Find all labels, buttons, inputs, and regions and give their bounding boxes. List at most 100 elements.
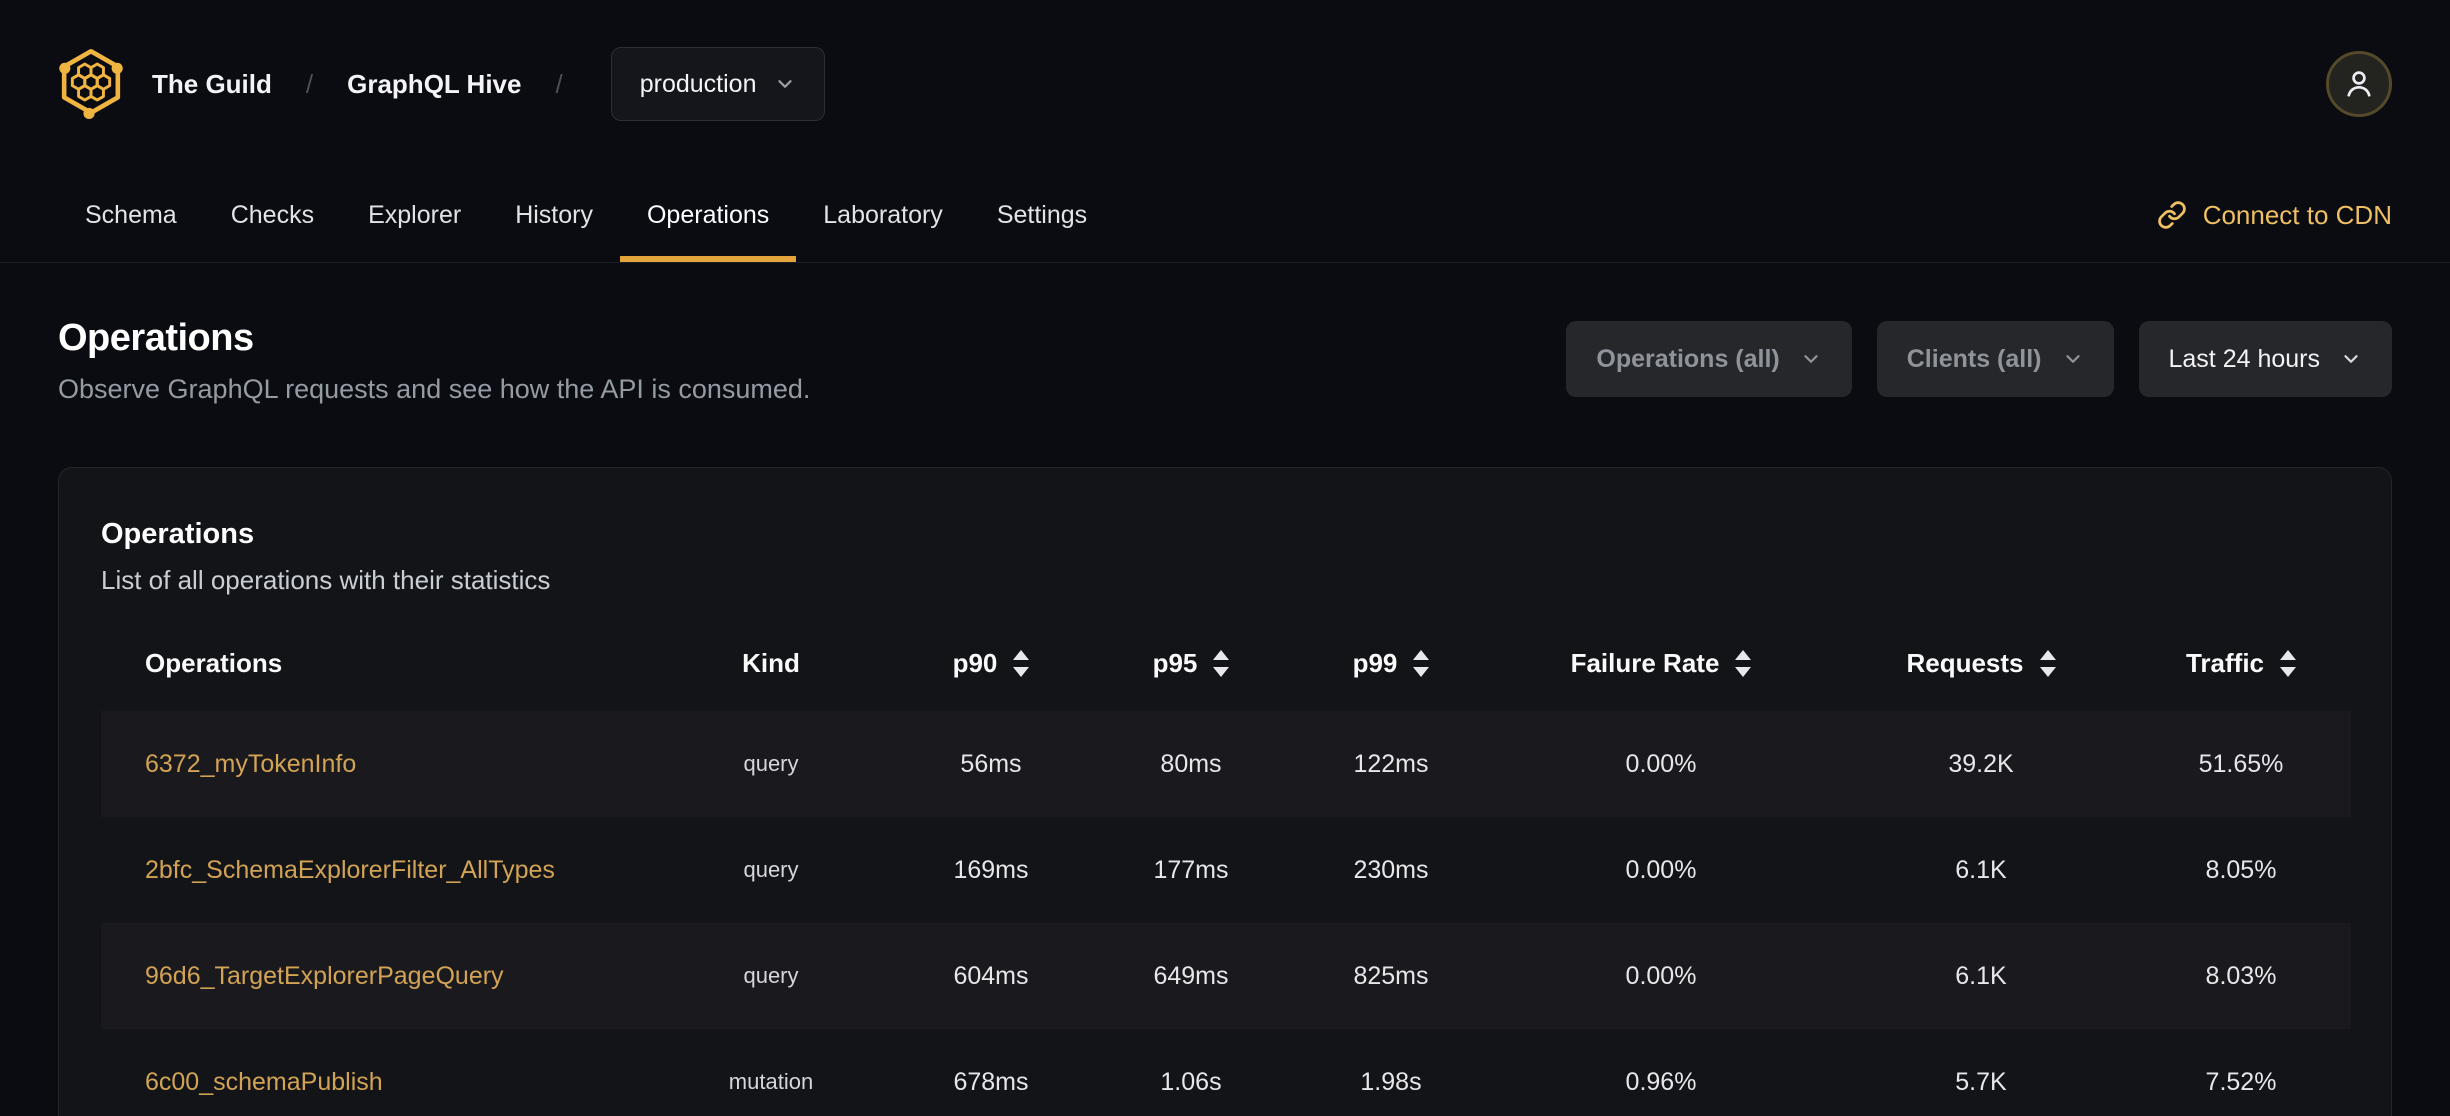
chevron-down-icon xyxy=(1804,355,1818,363)
header-operations: Operations xyxy=(145,648,283,678)
card-title: Operations xyxy=(101,518,255,550)
table-row: 96d6_TargetExplorerPageQuery query 604ms… xyxy=(101,923,2351,1029)
chevron-down-icon xyxy=(2344,355,2358,363)
tab-laboratory[interactable]: Laboratory xyxy=(796,168,970,262)
table-row: 2bfc_SchemaExplorerFilter_AllTypes query… xyxy=(101,817,2351,923)
clients-filter-dropdown[interactable]: Clients (all) xyxy=(1876,321,2114,397)
traffic-cell: 7.52% xyxy=(2205,1067,2277,1096)
chevron-down-icon xyxy=(778,80,793,88)
header-p99[interactable]: p99 xyxy=(1291,630,1491,711)
page-header: Operations Observe GraphQL requests and … xyxy=(0,263,2450,405)
header-kind: Kind xyxy=(742,648,800,678)
header-requests[interactable]: Requests xyxy=(1831,630,2131,711)
operation-link[interactable]: 96d6_TargetExplorerPageQuery xyxy=(145,962,504,990)
target-selector[interactable]: production xyxy=(610,47,826,121)
operation-cell: 2bfc_SchemaExplorerFilter_AllTypes xyxy=(101,817,651,923)
sort-desc-icon xyxy=(1013,667,1030,677)
header-traffic-label: Traffic xyxy=(2185,648,2265,678)
operation-link[interactable]: 6372_myTokenInfo xyxy=(145,750,356,778)
requests-cell: 6.1K xyxy=(1955,961,2007,990)
table-header-row: Operations Kind p90 p95 p99 Failure Rate… xyxy=(101,630,2351,711)
top-header: The Guild / GraphQL Hive / production xyxy=(0,0,2450,168)
operation-cell: 6c00_schemaPublish xyxy=(101,1029,651,1116)
operations-card: Operations List of all operations with t… xyxy=(58,467,2392,1116)
sort-desc-icon xyxy=(2280,667,2297,677)
breadcrumb-separator: / xyxy=(555,68,563,99)
failure-rate-cell: 0.00% xyxy=(1625,855,1697,884)
p90-cell: 678ms xyxy=(953,1067,1029,1096)
p99-cell: 1.98s xyxy=(1360,1067,1422,1096)
sort-desc-icon xyxy=(1413,667,1430,677)
main-nav: Schema Checks Explorer History Operation… xyxy=(0,168,2450,263)
p95-cell: 80ms xyxy=(1160,749,1222,778)
hive-logo-icon[interactable] xyxy=(58,48,124,120)
header-p90[interactable]: p90 xyxy=(891,630,1091,711)
sort-arrows-icon[interactable] xyxy=(1213,650,1230,677)
sort-arrows-icon[interactable] xyxy=(1013,650,1030,677)
connect-to-cdn-label: Connect to CDN xyxy=(2202,199,2392,230)
period-filter-label: Last 24 hours xyxy=(2168,344,2321,373)
p90-cell: 169ms xyxy=(953,855,1029,884)
operations-table-body: 6372_myTokenInfo query 56ms 80ms 122ms 0… xyxy=(101,711,2351,1116)
link-icon xyxy=(2157,201,2186,229)
header-requests-label: Requests xyxy=(1906,648,2024,678)
sort-arrows-icon[interactable] xyxy=(1413,650,1430,677)
breadcrumb-project[interactable]: GraphQL Hive xyxy=(347,69,521,100)
person-icon xyxy=(2347,71,2371,97)
sort-asc-icon xyxy=(2039,650,2056,660)
sort-desc-icon xyxy=(2039,667,2056,677)
connect-to-cdn-button[interactable]: Connect to CDN xyxy=(2157,200,2392,231)
traffic-cell: 8.05% xyxy=(2205,855,2277,884)
p99-cell: 122ms xyxy=(1353,749,1429,778)
p95-cell: 1.06s xyxy=(1160,1067,1222,1096)
table-row: 6372_myTokenInfo query 56ms 80ms 122ms 0… xyxy=(101,711,2351,817)
sort-asc-icon xyxy=(1013,650,1030,660)
tab-checks[interactable]: Checks xyxy=(204,168,341,262)
p90-cell: 56ms xyxy=(960,749,1022,778)
header-p95[interactable]: p95 xyxy=(1091,630,1291,711)
header-traffic[interactable]: Traffic xyxy=(2131,630,2351,711)
target-selector-value: production xyxy=(639,69,757,98)
chevron-down-icon xyxy=(2065,355,2080,363)
p99-cell: 230ms xyxy=(1353,855,1429,884)
breadcrumb-org[interactable]: The Guild xyxy=(152,69,272,100)
kind-cell: mutation xyxy=(728,1069,814,1094)
tab-settings[interactable]: Settings xyxy=(970,168,1114,262)
sort-desc-icon xyxy=(1213,667,1230,677)
sort-arrows-icon[interactable] xyxy=(2280,650,2297,677)
tab-schema[interactable]: Schema xyxy=(58,168,204,262)
breadcrumb: The Guild / GraphQL Hive / production xyxy=(58,47,826,121)
tab-explorer[interactable]: Explorer xyxy=(341,168,488,262)
p95-cell: 649ms xyxy=(1153,961,1229,990)
user-avatar[interactable] xyxy=(2326,51,2392,117)
period-filter-dropdown[interactable]: Last 24 hours xyxy=(2138,321,2392,397)
failure-rate-cell: 0.96% xyxy=(1625,1067,1697,1096)
operation-cell: 6372_myTokenInfo xyxy=(101,711,651,817)
header-failure-rate[interactable]: Failure Rate xyxy=(1491,630,1831,711)
traffic-cell: 51.65% xyxy=(2198,749,2284,778)
tab-operations[interactable]: Operations xyxy=(619,168,797,262)
operations-table: Operations Kind p90 p95 p99 Failure Rate… xyxy=(101,630,2351,1116)
tab-history[interactable]: History xyxy=(488,168,620,262)
nav-tabs: Schema Checks Explorer History Operation… xyxy=(58,168,1114,262)
page-title: Operations xyxy=(58,317,254,359)
header-p95-label: p95 xyxy=(1152,648,1198,678)
sort-arrows-icon[interactable] xyxy=(2039,650,2056,677)
operations-filter-dropdown[interactable]: Operations (all) xyxy=(1566,321,1852,397)
sort-asc-icon xyxy=(1413,650,1430,660)
traffic-cell: 8.03% xyxy=(2205,961,2277,990)
sort-asc-icon xyxy=(1213,650,1230,660)
operations-filter-label: Operations (all) xyxy=(1596,344,1780,373)
operation-link[interactable]: 6c00_schemaPublish xyxy=(145,1068,383,1096)
sort-arrows-icon[interactable] xyxy=(1735,650,1752,677)
sort-asc-icon xyxy=(2280,650,2297,660)
kind-cell: query xyxy=(743,857,799,882)
page-subtitle: Observe GraphQL requests and see how the… xyxy=(58,374,811,404)
sort-desc-icon xyxy=(1735,667,1752,677)
requests-cell: 5.7K xyxy=(1955,1067,2007,1096)
header-p99-label: p99 xyxy=(1352,648,1398,678)
sort-asc-icon xyxy=(1735,650,1752,660)
kind-cell: query xyxy=(743,963,799,988)
operation-link[interactable]: 2bfc_SchemaExplorerFilter_AllTypes xyxy=(145,856,555,884)
header-p90-label: p90 xyxy=(952,648,998,678)
